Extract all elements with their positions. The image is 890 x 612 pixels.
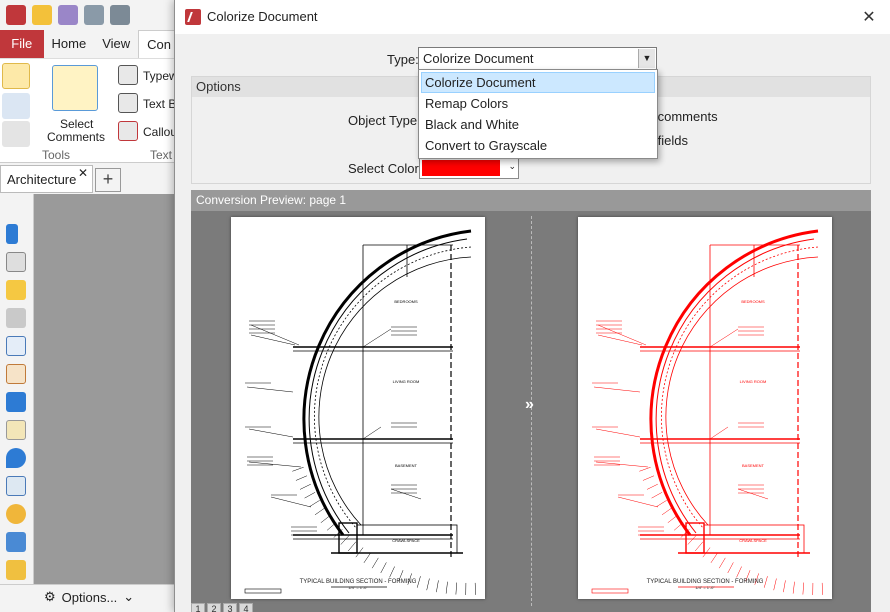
callout-icon[interactable] [118, 121, 138, 141]
room-label-3: BASEMENT [395, 463, 418, 468]
new-tab-button[interactable]: + [95, 168, 121, 192]
colorized-caption: TYPICAL BUILDING SECTION - FORMING 1/4" … [578, 579, 832, 590]
certificate-icon[interactable] [6, 364, 26, 384]
close-dialog-icon[interactable]: ✕ [859, 7, 879, 27]
close-tab-icon[interactable]: ✕ [78, 166, 88, 180]
conversion-preview: Conversion Preview: page 1 » BEDROOMS LIV… [191, 190, 871, 612]
original-page-preview: BEDROOMS LIVING ROOM BASEMENT CRAWLSPACE TY… [231, 217, 485, 599]
type-label: Type: [387, 52, 419, 67]
tab-file[interactable]: File [0, 30, 44, 58]
left-panel-toolbar [0, 194, 34, 584]
select-comments-label-1[interactable]: Select [60, 117, 93, 131]
color-picker[interactable]: ⌄ [419, 157, 519, 179]
room-label-3: BASEMENT [742, 463, 765, 468]
layers-icon[interactable] [6, 392, 26, 412]
gear-icon: ⚙ [44, 589, 56, 604]
document-icon[interactable] [6, 336, 26, 356]
room-label-1: BEDROOMS [741, 299, 765, 304]
original-caption-scale: 1/4" = 1'-0" [348, 585, 368, 590]
link-icon[interactable] [6, 504, 26, 524]
hand-tool-icon[interactable] [2, 63, 30, 89]
type-select-value: Colorize Document [423, 51, 534, 66]
colorized-drawing: BEDROOMS LIVING ROOM BASEMENT CRAWLSPACE [591, 229, 823, 595]
options-button-label: Options... [61, 589, 118, 605]
type-option-remap[interactable]: Remap Colors [421, 93, 655, 114]
document-canvas [34, 194, 180, 584]
pages-icon[interactable] [6, 252, 26, 272]
app-logo-icon [185, 9, 201, 25]
zoom-tool-icon[interactable] [2, 121, 30, 147]
original-drawing: BEDROOMS LIVING ROOM BASEMENT CRAWLSPACE [244, 229, 476, 595]
original-caption: TYPICAL BUILDING SECTION - FORMING 1/4" … [231, 579, 485, 590]
tab-home[interactable]: Home [44, 30, 95, 58]
open-folder-icon[interactable] [32, 5, 52, 25]
document-tab[interactable]: Architecture ✕ [0, 165, 93, 193]
colorize-document-dialog: Colorize Document ✕ Type: Colorize Docum… [174, 0, 890, 612]
ribbon-tabs: File Home View Con [0, 30, 180, 58]
print-icon[interactable] [84, 5, 104, 25]
room-label-1: BEDROOMS [394, 299, 418, 304]
chevron-down-icon: ⌄ [123, 589, 135, 604]
page-navigator: 1 2 3 4 [191, 603, 391, 612]
page-button-3[interactable]: 3 [223, 603, 237, 612]
double-chevron-right-icon: » [525, 396, 534, 413]
select-comments-label-2[interactable]: Comments [47, 130, 105, 144]
tools-group-label: Tools [42, 148, 71, 162]
page-button-1[interactable]: 1 [191, 603, 205, 612]
document-tab-label: Architecture [7, 172, 77, 187]
type-option-black-white[interactable]: Black and White [421, 114, 655, 135]
select-comments-icon[interactable] [52, 65, 98, 111]
type-option-colorize[interactable]: Colorize Document [421, 72, 655, 93]
attachments-icon[interactable] [6, 308, 26, 328]
room-label-4: CRAWLSPACE [739, 538, 767, 543]
document-tabs: Architecture ✕ + [0, 162, 180, 194]
callout-label[interactable]: Callou [143, 125, 177, 139]
dialog-title: Colorize Document [207, 9, 318, 24]
options-button[interactable]: ⚙ Options... ⌄ [44, 589, 134, 605]
preview-title: Conversion Preview: page 1 [191, 190, 871, 211]
chevron-down-icon[interactable]: ⌄ [508, 161, 516, 172]
text-box-icon[interactable] [118, 93, 138, 113]
room-label-2: LIVING ROOM [740, 379, 767, 384]
bookmarks-icon[interactable] [6, 224, 18, 244]
comments-icon[interactable] [6, 280, 26, 300]
type-option-grayscale[interactable]: Convert to Grayscale [421, 135, 655, 156]
ribbon-panel: Select Comments Typew Text B Callou Tool… [0, 58, 180, 162]
quick-access-toolbar [0, 0, 180, 30]
object-type-label: Object Type: [348, 113, 421, 128]
colorized-caption-scale: 1/4" = 1'-0" [695, 585, 715, 590]
room-label-2: LIVING ROOM [393, 379, 420, 384]
text-group-label: Text [150, 148, 173, 162]
tab-view[interactable]: View [94, 30, 138, 58]
select-color-label: Select Color: [348, 161, 423, 176]
status-bar: ⚙ Options... ⌄ [0, 584, 180, 612]
text-box-label[interactable]: Text B [143, 97, 176, 111]
select-text-icon[interactable] [2, 93, 30, 119]
form-fields-icon[interactable] [6, 560, 26, 580]
colorized-page-preview: BEDROOMS LIVING ROOM BASEMENT CRAWLSPACE TY… [578, 217, 832, 599]
save-icon[interactable] [58, 5, 78, 25]
color-swatch [422, 160, 500, 176]
email-icon[interactable] [110, 5, 130, 25]
text-file-icon[interactable] [6, 420, 26, 440]
page-button-4[interactable]: 4 [239, 603, 253, 612]
app-logo-icon [6, 5, 26, 25]
page-button-2[interactable]: 2 [207, 603, 221, 612]
dialog-titlebar: Colorize Document ✕ [175, 0, 890, 34]
room-label-4: CRAWLSPACE [392, 538, 420, 543]
tag-icon[interactable] [6, 532, 26, 552]
location-icon[interactable] [6, 448, 26, 468]
typewriter-label[interactable]: Typew [143, 69, 178, 83]
typewriter-icon[interactable] [118, 65, 138, 85]
chevron-down-icon[interactable]: ▼ [638, 49, 655, 68]
structure-icon[interactable] [6, 476, 26, 496]
type-dropdown-list: Colorize Document Remap Colors Black and… [418, 69, 658, 159]
type-select[interactable]: Colorize Document ▼ [418, 47, 657, 70]
